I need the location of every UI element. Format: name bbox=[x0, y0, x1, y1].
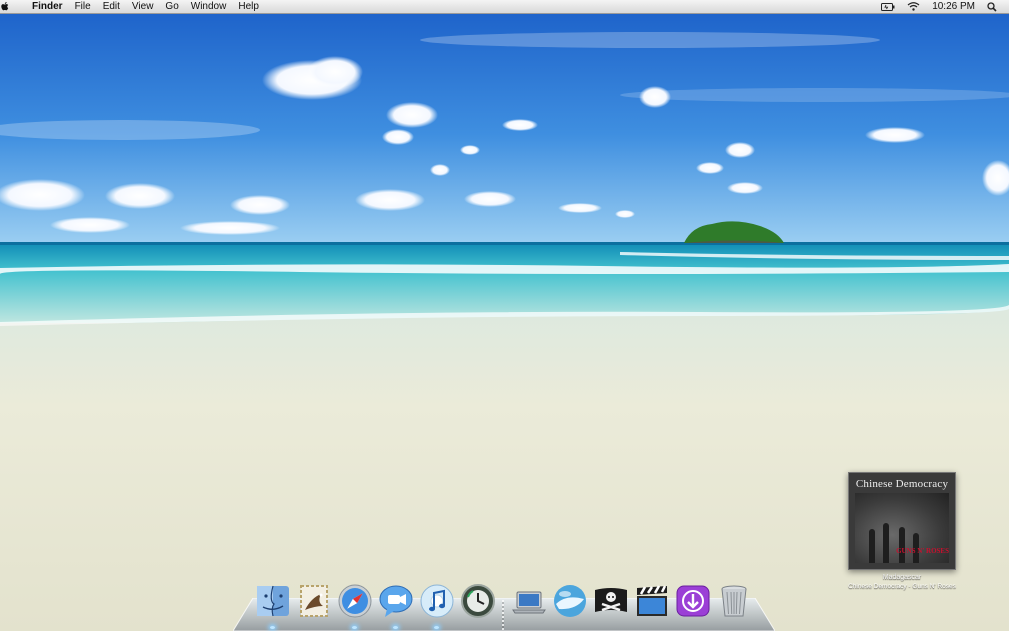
safari-icon bbox=[338, 584, 371, 618]
menu-edit[interactable]: Edit bbox=[97, 0, 126, 13]
ichat-icon bbox=[379, 585, 412, 617]
laptop-icon bbox=[511, 591, 546, 614]
menu-window[interactable]: Window bbox=[185, 0, 233, 13]
downloads-icon bbox=[676, 585, 709, 617]
dock-item-downloads[interactable] bbox=[673, 582, 713, 622]
dock-item-macbook[interactable] bbox=[509, 582, 549, 622]
dock-item-globe[interactable] bbox=[550, 582, 590, 622]
apple-menu-icon[interactable] bbox=[0, 1, 28, 12]
track-artist: Chinese Democracy - Guns N' Roses bbox=[848, 583, 956, 590]
menu-view[interactable]: View bbox=[126, 0, 160, 13]
dock-item-ichat[interactable] bbox=[376, 582, 416, 629]
menu-help[interactable]: Help bbox=[232, 0, 265, 13]
dock-item-finder[interactable] bbox=[253, 582, 293, 629]
dock-item-clapper[interactable] bbox=[632, 582, 672, 622]
pirate-flag-icon bbox=[594, 588, 627, 612]
dock bbox=[252, 578, 754, 630]
cover-figure bbox=[899, 527, 905, 563]
mail-icon bbox=[299, 585, 328, 617]
finder-icon bbox=[256, 585, 289, 617]
band-logo: GUNS N' ROSES bbox=[896, 547, 949, 555]
menu-file[interactable]: File bbox=[69, 0, 97, 13]
album-cover-title: Chinese Democracy bbox=[855, 478, 949, 490]
spotlight-icon[interactable] bbox=[981, 1, 1003, 12]
clock[interactable]: 10:26 PM bbox=[926, 0, 981, 13]
running-indicator bbox=[352, 626, 357, 629]
cover-figure bbox=[883, 523, 889, 563]
dock-item-itunes[interactable] bbox=[417, 582, 457, 629]
itunes-icon bbox=[420, 584, 453, 618]
dock-separator bbox=[498, 582, 508, 630]
globe-icon bbox=[553, 585, 586, 617]
track-title: Madagascar bbox=[882, 574, 922, 581]
dock-item-pirate-flag[interactable] bbox=[591, 582, 631, 622]
dock-item-time-machine[interactable] bbox=[458, 582, 498, 622]
dock-item-mail[interactable] bbox=[294, 582, 334, 622]
running-indicator bbox=[434, 626, 439, 629]
menu-go[interactable]: Go bbox=[159, 0, 184, 13]
clapper-icon bbox=[636, 585, 667, 616]
menu-app-finder[interactable]: Finder bbox=[28, 0, 69, 13]
time-machine-icon bbox=[460, 584, 495, 618]
menu-bar: Finder File Edit View Go Window Help 10:… bbox=[0, 0, 1009, 14]
dock-item-trash[interactable] bbox=[714, 582, 754, 622]
album-cover: Chinese Democracy GUNS N' ROSES bbox=[848, 472, 956, 570]
dock-item-safari[interactable] bbox=[335, 582, 375, 629]
now-playing-widget[interactable]: Chinese Democracy GUNS N' ROSES Madagasc… bbox=[845, 472, 959, 591]
running-indicator bbox=[393, 626, 398, 629]
wifi-icon[interactable] bbox=[901, 2, 926, 11]
trash-icon bbox=[721, 585, 746, 617]
battery-icon[interactable] bbox=[875, 2, 901, 11]
running-indicator bbox=[270, 626, 275, 629]
cover-figure bbox=[869, 529, 875, 563]
menubar-status-area: 10:26 PM bbox=[875, 0, 1009, 13]
